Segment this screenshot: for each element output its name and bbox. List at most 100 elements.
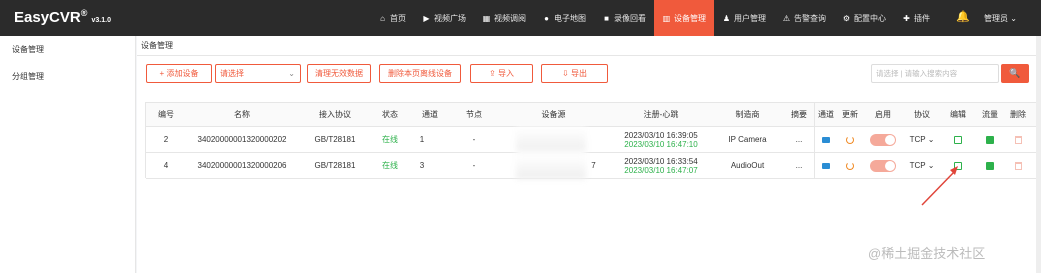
col-enable: 启用 xyxy=(875,110,891,119)
play-icon: ▶ xyxy=(423,13,430,23)
nav-playback[interactable]: ■ 录像回看 xyxy=(594,0,654,36)
clear-invalid-button[interactable]: 清理无效数据 xyxy=(307,64,371,83)
alarm-icon: ⚠ xyxy=(782,13,791,23)
enable-toggle[interactable] xyxy=(862,153,904,178)
refresh-icon xyxy=(846,135,854,144)
sidebar-item-group-manage[interactable]: 分组管理 xyxy=(0,63,135,90)
nav-home[interactable]: ⌂ 首页 xyxy=(370,0,414,36)
update-button[interactable] xyxy=(838,127,862,152)
row-maker: AudioOut xyxy=(730,161,765,170)
bell-icon[interactable]: 🔔 xyxy=(956,10,970,24)
col-update: 更新 xyxy=(842,110,858,119)
main-content: 设备管理 + 添加设备 请选择 ⌄ 清理无效数据 删除本页离线设备 ⇪ 导入 ⇩ … xyxy=(137,36,1041,273)
user-icon: ♟ xyxy=(722,13,731,23)
search-button[interactable]: 🔍 xyxy=(1001,64,1029,83)
heartbeat-time: 2023/03/10 16:47:07 xyxy=(624,165,698,175)
col-proto: 协议 xyxy=(914,110,930,119)
trash-icon xyxy=(1014,161,1022,170)
row-source xyxy=(586,127,601,152)
table-header: 编号 名称 接入协议 状态 通道 节点 设备源 注册-心跳 制造商 摘要 通道 … xyxy=(146,103,1041,127)
edit-button[interactable] xyxy=(940,153,976,178)
row-id: 2 xyxy=(163,135,169,144)
import-button[interactable]: ⇪ 导入 xyxy=(470,64,533,83)
blurred-source xyxy=(516,127,586,179)
nav-alarm[interactable]: ⚠ 告警查询 xyxy=(774,0,834,36)
folder-icon xyxy=(822,162,830,169)
row-protocol: GB/T28181 xyxy=(314,135,356,144)
col-summary: 摘要 xyxy=(791,110,807,119)
row-name: 34020000001320000206 xyxy=(197,161,287,170)
nav-config[interactable]: ⚙ 配置中心 xyxy=(834,0,894,36)
pin-icon: ● xyxy=(544,13,549,23)
row-channel: 1 xyxy=(419,135,425,144)
nav-plugin[interactable]: ✚ 插件 xyxy=(894,0,938,36)
row-register: 2023/03/10 16:39:05 2023/03/10 16:47:10 xyxy=(611,127,711,152)
row-node: - xyxy=(472,135,476,144)
register-time: 2023/03/10 16:33:54 xyxy=(624,156,698,166)
flow-button[interactable] xyxy=(976,153,1004,178)
home-icon: ⌂ xyxy=(380,13,385,23)
row-maker: IP Camera xyxy=(728,135,767,144)
nav-device-manage[interactable]: ▥ 设备管理 xyxy=(654,0,714,36)
table-row[interactable]: 2 34020000001320000202 GB/T28181 在线 1 - … xyxy=(146,127,1041,153)
col-name: 名称 xyxy=(234,110,250,119)
table-row[interactable]: 4 34020000001320000206 GB/T28181 在线 3 - … xyxy=(146,153,1041,179)
row-summary[interactable]: ... xyxy=(784,127,814,152)
protocol-select[interactable]: TCP ⌄ xyxy=(904,153,940,178)
col-node: 节点 xyxy=(466,110,482,119)
edit-icon xyxy=(954,135,962,144)
row-channel: 3 xyxy=(419,161,425,170)
col-channel: 通道 xyxy=(422,110,438,119)
flow-icon xyxy=(986,161,994,170)
admin-menu[interactable]: 管理员 ⌄ xyxy=(984,13,1017,24)
col-flow: 流量 xyxy=(982,110,998,119)
toggle-switch xyxy=(870,133,896,146)
nav-map[interactable]: ● 电子地图 xyxy=(534,0,594,36)
main-nav: ⌂ 首页 ▶ 视频广场 ▦ 视频调阅 ● 电子地图 ■ 录像回看 ▥ 设备管理 ♟ 用户管理 … xyxy=(370,0,938,36)
folder-icon xyxy=(822,136,830,143)
edit-button[interactable] xyxy=(940,127,976,152)
delete-button[interactable] xyxy=(1004,127,1032,152)
status-badge: 在线 xyxy=(382,135,398,144)
channels-button[interactable] xyxy=(814,127,838,152)
scrollbar[interactable] xyxy=(1036,36,1041,273)
add-device-button[interactable]: + 添加设备 xyxy=(146,64,212,83)
filter-select[interactable]: 请选择 ⌄ xyxy=(215,64,301,83)
col-maker: 制造商 xyxy=(735,110,760,119)
row-protocol: GB/T28181 xyxy=(314,161,356,170)
delete-offline-button[interactable]: 删除本页离线设备 xyxy=(379,64,461,83)
heartbeat-time: 2023/03/10 16:47:10 xyxy=(624,139,698,149)
channels-button[interactable] xyxy=(814,153,838,178)
col-register: 注册-心跳 xyxy=(643,110,679,119)
trash-icon xyxy=(1014,135,1022,144)
nav-user-manage[interactable]: ♟ 用户管理 xyxy=(714,0,774,36)
delete-button[interactable] xyxy=(1004,153,1032,178)
sidebar-item-device-manage[interactable]: 设备管理 xyxy=(0,36,135,63)
update-button[interactable] xyxy=(838,153,862,178)
plugin-icon: ✚ xyxy=(903,13,910,23)
col-id: 编号 xyxy=(158,110,174,119)
flow-button[interactable] xyxy=(976,127,1004,152)
search-input[interactable]: 请选择 | 请输入搜索内容 xyxy=(871,64,999,83)
chevron-down-icon: ⌄ xyxy=(288,69,295,78)
toggle-switch xyxy=(870,159,896,172)
register-time: 2023/03/10 16:39:05 xyxy=(624,130,698,140)
status-badge: 在线 xyxy=(382,161,398,170)
flow-icon xyxy=(986,135,994,144)
row-id: 4 xyxy=(163,161,169,170)
col-channels: 通道 xyxy=(818,110,834,119)
gear-icon: ⚙ xyxy=(842,13,851,23)
export-button[interactable]: ⇩ 导出 xyxy=(541,64,608,83)
row-summary[interactable]: ... xyxy=(784,153,814,178)
device-icon: ▥ xyxy=(662,13,671,23)
protocol-select[interactable]: TCP ⌄ xyxy=(904,127,940,152)
nav-video-square[interactable]: ▶ 视频广场 xyxy=(414,0,474,36)
nav-video-view[interactable]: ▦ 视频调阅 xyxy=(474,0,534,36)
toolbar: + 添加设备 请选择 ⌄ 清理无效数据 删除本页离线设备 ⇪ 导入 ⇩ 导出 请选… xyxy=(137,64,1041,84)
device-table: 编号 名称 接入协议 状态 通道 节点 设备源 注册-心跳 制造商 摘要 通道 … xyxy=(145,102,1041,179)
enable-toggle[interactable] xyxy=(862,127,904,152)
brand-logo[interactable]: EasyCVR® v3.1.0 xyxy=(14,8,111,26)
sidebar: 设备管理 分组管理 xyxy=(0,36,136,273)
col-edit: 编辑 xyxy=(950,110,966,119)
col-delete: 删除 xyxy=(1010,110,1026,119)
